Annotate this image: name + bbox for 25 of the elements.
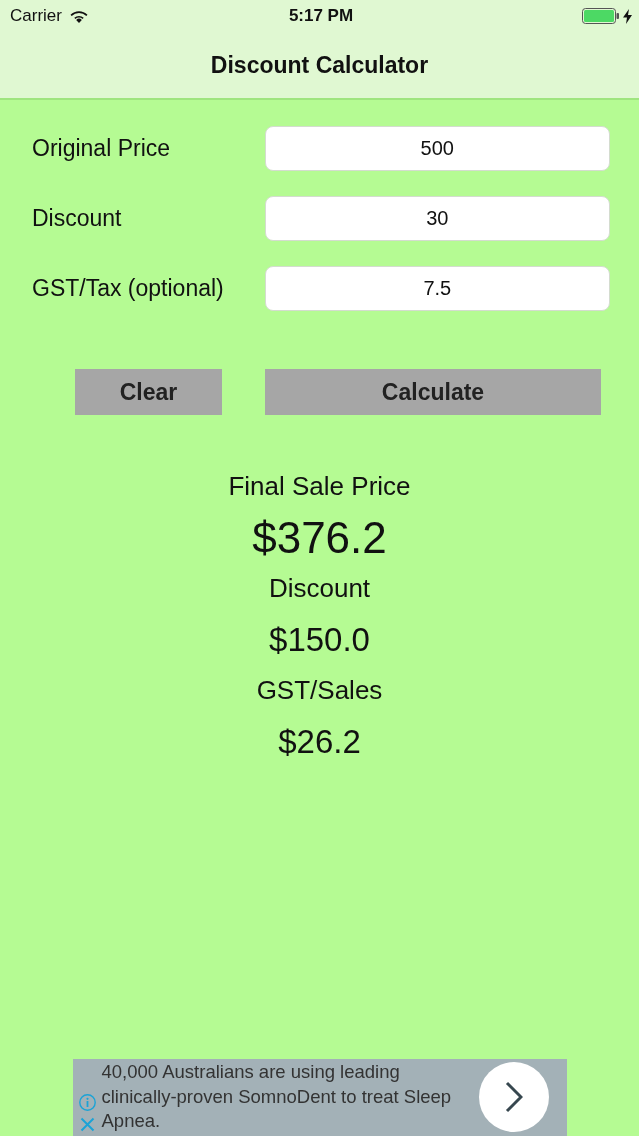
result-value: $26.2	[278, 722, 361, 762]
result-label: GST/Sales	[256, 674, 383, 707]
calculate-button[interactable]: Calculate	[265, 369, 601, 415]
ad-text: 40,000 Australians are using leading clinically-proven SomnoDent to treat Sleep Apnea.	[101, 1060, 453, 1133]
info-icon[interactable]	[78, 1094, 96, 1111]
wifi-icon	[69, 9, 88, 23]
result-label: Final Sale Price	[228, 470, 411, 503]
charging-bolt-icon	[623, 8, 632, 24]
status-time: 5:17 PM	[288, 5, 354, 28]
ad-banner[interactable]: 40,000 Australians are using leading clinically-proven SomnoDent to treat Sleep Apnea.	[72, 1059, 567, 1136]
field-label: GST/Tax (optional)	[31, 274, 225, 304]
input-field[interactable]: 30	[264, 196, 610, 241]
close-icon[interactable]	[79, 1117, 95, 1132]
clear-button[interactable]: Clear	[75, 369, 222, 415]
field-label: Original Price	[31, 134, 172, 164]
chevron-right-icon	[504, 1081, 523, 1113]
screen-title: Discount Calculator	[210, 50, 429, 80]
input-field[interactable]: 7.5	[264, 266, 610, 311]
result-label: Discount	[268, 572, 371, 605]
field-label: Discount	[31, 204, 123, 234]
input-field[interactable]: 500	[264, 126, 610, 171]
battery-icon	[582, 8, 619, 24]
result-value: $150.0	[269, 620, 370, 660]
final-price-value: $376.2	[252, 512, 387, 563]
carrier-name: Carrier	[10, 5, 62, 28]
